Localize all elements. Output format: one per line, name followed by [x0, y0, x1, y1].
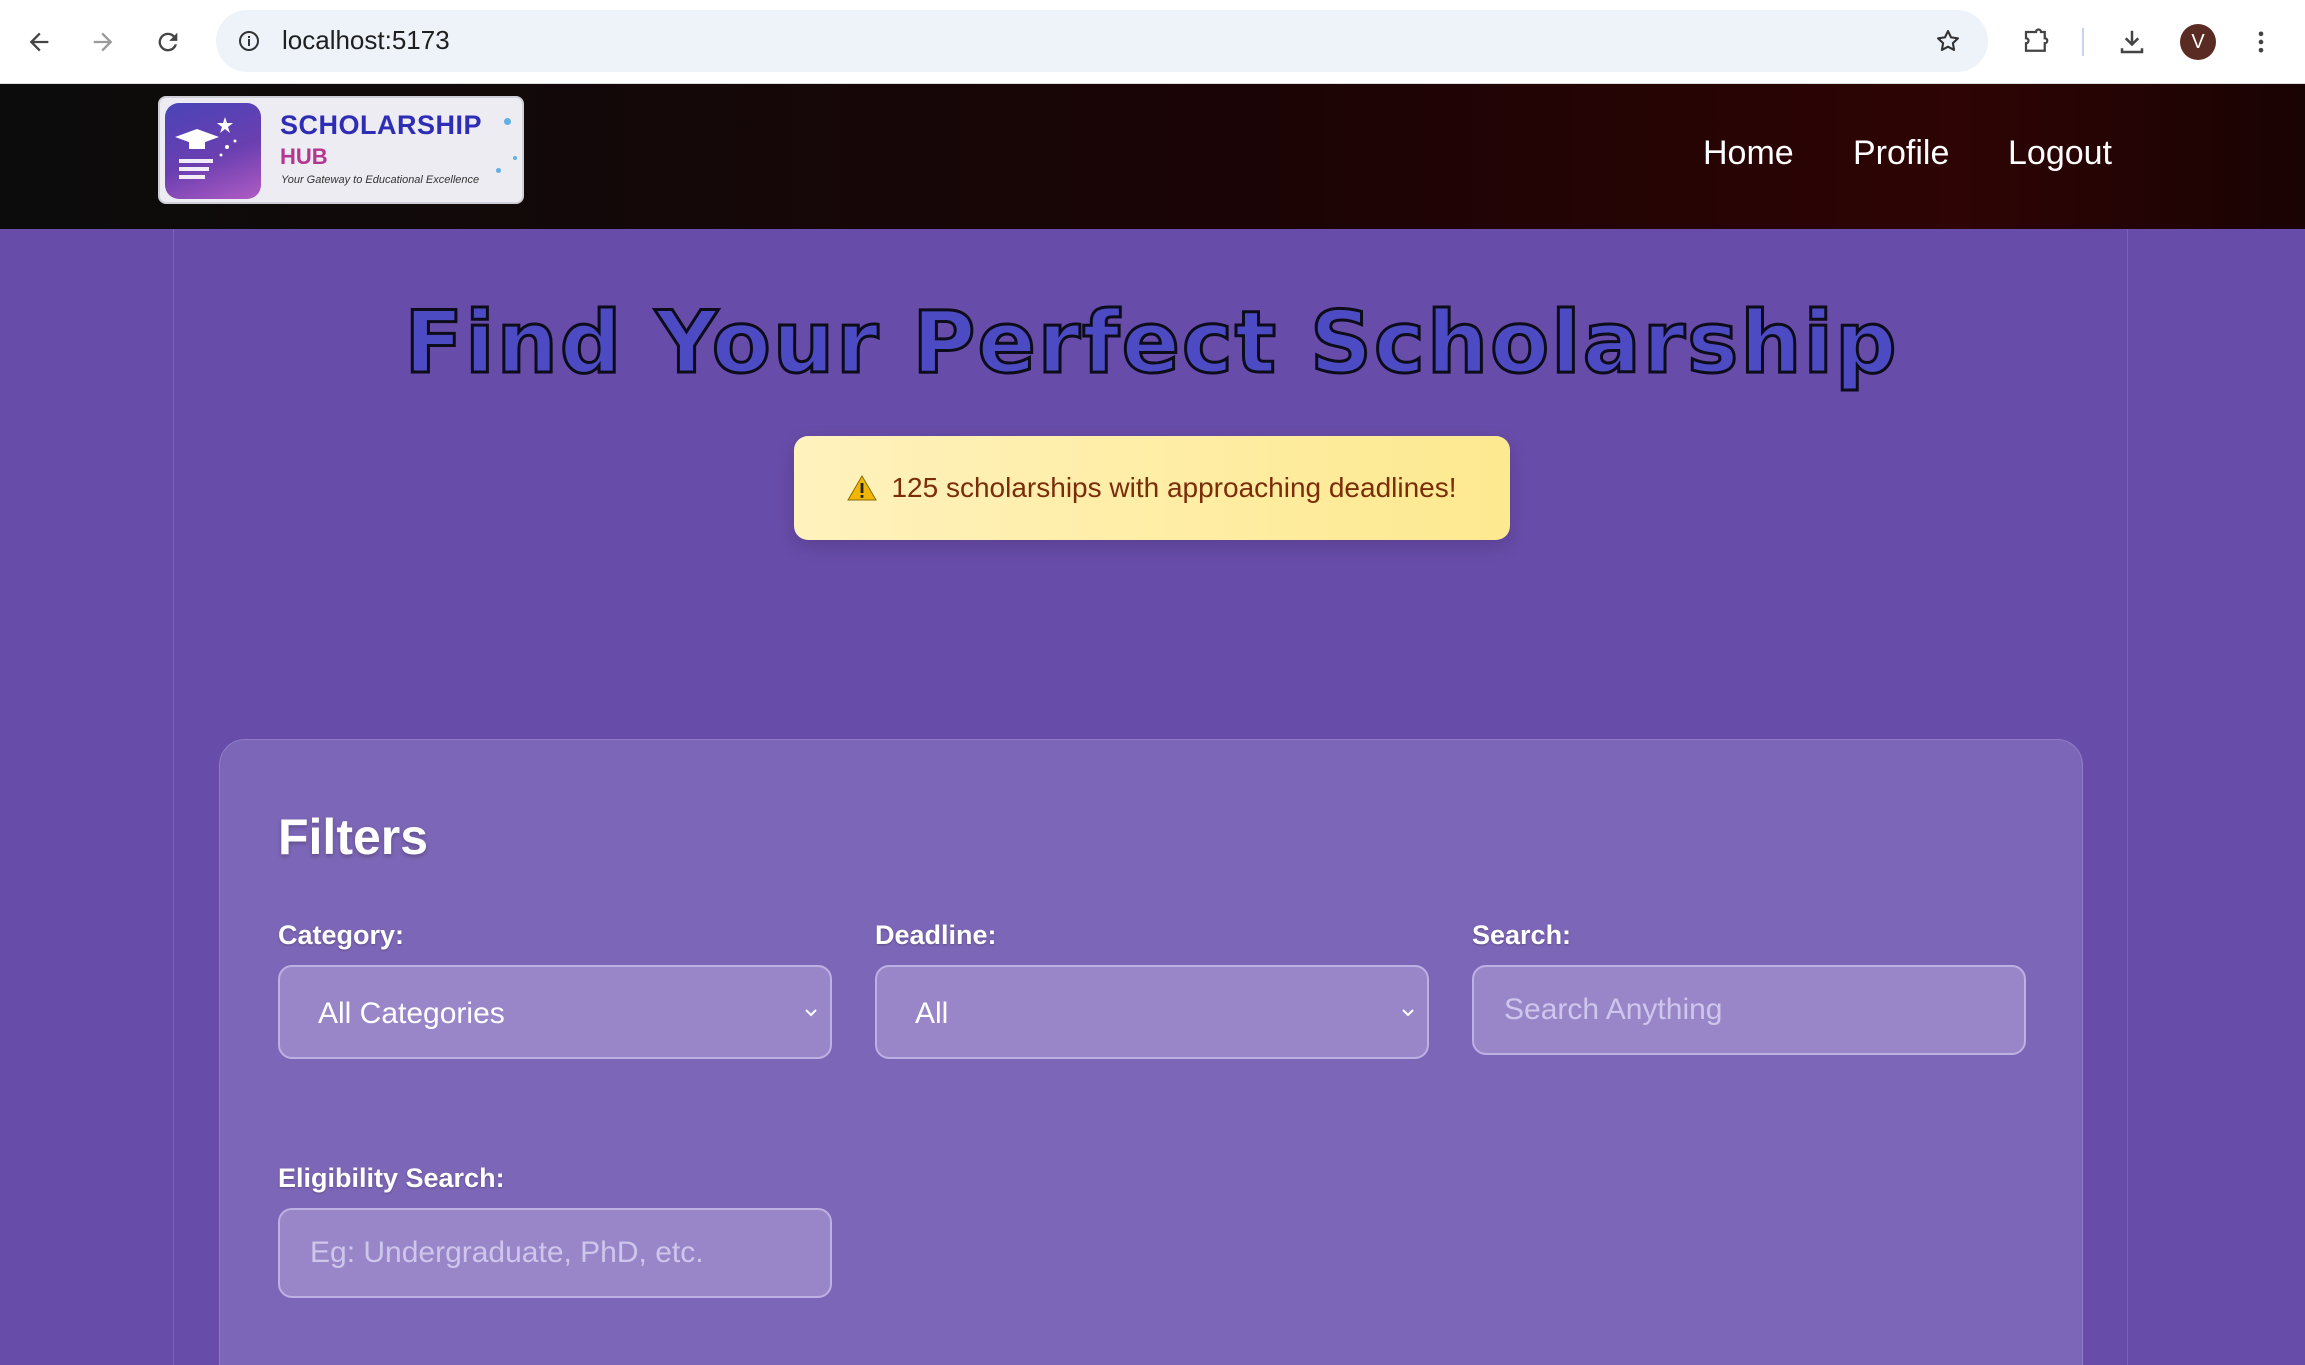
logo-tagline: Your Gateway to Educational Excellence: [281, 174, 480, 186]
category-value: All Categories: [318, 997, 505, 1030]
search-label: Search:: [1472, 920, 1572, 950]
bookmark-star-icon[interactable]: [1930, 23, 1966, 59]
download-icon[interactable]: [2110, 20, 2154, 64]
logo-decoration: [504, 118, 511, 125]
filters-panel: Filters Category: All Categories Deadlin…: [219, 739, 2083, 1365]
logo-line1: SCHOLARSHIP: [280, 110, 483, 140]
logo[interactable]: SCHOLARSHIP HUB Your Gateway to Educatio…: [158, 96, 524, 204]
chevron-down-icon: [1397, 1001, 1419, 1023]
avatar-initial: V: [2191, 30, 2205, 53]
page-title: Find Your Perfect Scholarship: [403, 292, 1899, 395]
site-info-icon[interactable]: [234, 26, 264, 56]
deadline-label: Deadline:: [875, 920, 997, 950]
graduation-cap-icon: [165, 103, 261, 199]
warning-icon: [847, 474, 878, 502]
eligibility-label: Eligibility Search:: [278, 1163, 505, 1193]
logo-line2: HUB: [280, 144, 328, 169]
filters-heading: Filters: [278, 809, 429, 865]
category-label: Category:: [278, 920, 405, 950]
main-content: Find Your Perfect Scholarship 125 schola…: [173, 229, 2128, 1365]
forward-arrow-icon[interactable]: [81, 20, 125, 64]
eligibility-field[interactable]: [278, 1208, 832, 1298]
browser-toolbar: localhost:5173 V: [0, 0, 2305, 84]
logo-decoration: [513, 156, 517, 160]
deadline-alert: 125 scholarships with approaching deadli…: [794, 436, 1510, 540]
toolbar-divider: [2082, 28, 2084, 56]
logo-decoration: [496, 168, 501, 173]
back-arrow-icon[interactable]: [17, 20, 61, 64]
address-bar[interactable]: localhost:5173: [216, 10, 1988, 72]
profile-avatar[interactable]: V: [2180, 24, 2216, 60]
alert-text: 125 scholarships with approaching deadli…: [891, 472, 1457, 503]
extensions-puzzle-icon[interactable]: [2014, 20, 2058, 64]
app-header: SCHOLARSHIP HUB Your Gateway to Educatio…: [0, 84, 2305, 229]
eligibility-input[interactable]: [280, 1210, 830, 1296]
nav-logout-link[interactable]: Logout: [2008, 134, 2112, 173]
category-select[interactable]: All Categories: [278, 965, 832, 1059]
nav-home-link[interactable]: Home: [1703, 134, 1794, 173]
deadline-select[interactable]: All: [875, 965, 1429, 1059]
url-text: localhost:5173: [282, 25, 450, 55]
nav-profile-link[interactable]: Profile: [1853, 134, 1949, 173]
deadline-value: All: [915, 997, 949, 1030]
search-field[interactable]: [1472, 965, 2026, 1055]
chevron-down-icon: [800, 1001, 822, 1023]
search-input[interactable]: [1474, 967, 2024, 1053]
more-vert-icon[interactable]: [2239, 20, 2283, 64]
reload-icon[interactable]: [146, 20, 190, 64]
